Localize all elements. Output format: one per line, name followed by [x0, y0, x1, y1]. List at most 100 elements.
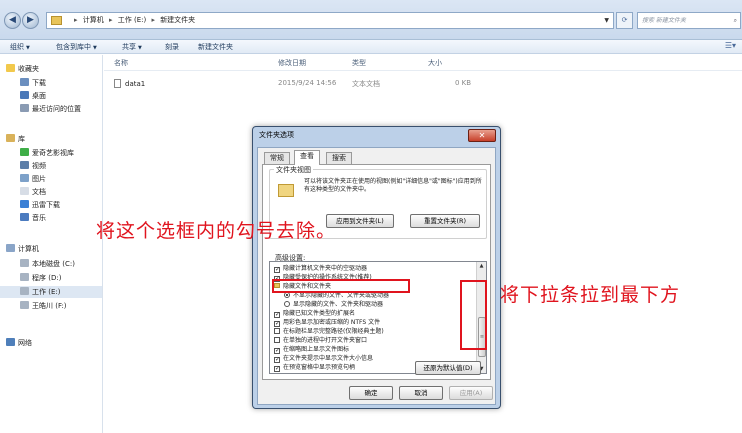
nav-disk-c[interactable]: 本地磁盘 (C:) [20, 258, 122, 270]
chevron-down-icon: ▼ [93, 45, 97, 51]
search-icon: ⌕ [733, 17, 737, 24]
nav-desktop[interactable]: 桌面 [20, 90, 122, 102]
share-button[interactable]: 共享 ▼ [122, 42, 142, 52]
drive-icon [20, 301, 29, 309]
nav-computer[interactable]: 计算机 [6, 243, 108, 255]
back-button[interactable]: ◀ [4, 12, 21, 29]
setting-label: 隐藏已知文件类型的扩展名 [283, 310, 356, 317]
video-icon [20, 161, 29, 169]
highlight-box-extension-setting [272, 279, 410, 293]
setting-label: 在单独的进程中打开文件夹窗口 [283, 337, 368, 344]
setting-row[interactable]: ✓ 用彩色显示加密或压缩的 NTFS 文件 [270, 319, 475, 327]
desktop-icon [20, 91, 29, 99]
radio-empty-icon[interactable] [284, 301, 290, 307]
file-row-modified: 2015/9/24 14:56 [278, 79, 337, 87]
nav-libraries[interactable]: 库 [6, 133, 108, 145]
drive-icon [20, 259, 29, 267]
apply-button[interactable]: 应用(A) [449, 386, 493, 400]
setting-row[interactable]: 显示隐藏的文件、文件夹和驱动器 [270, 301, 475, 309]
drive-icon [20, 273, 29, 281]
checkbox-checked-icon[interactable]: ✓ [274, 357, 280, 363]
file-row-name[interactable]: data1 [114, 79, 145, 88]
nav-iqiyi[interactable]: 爱奇艺影视库 [20, 147, 122, 159]
share-label: 共享 [122, 43, 136, 51]
nav-videos[interactable]: 视频 [20, 160, 122, 172]
setting-row[interactable]: 在单独的进程中打开文件夹窗口 [270, 337, 475, 345]
checkbox-checked-icon[interactable]: ✓ [274, 321, 280, 327]
apply-to-folders-button[interactable]: 应用到文件夹(L) [326, 214, 394, 228]
arrow-right-icon: ▶ [27, 15, 34, 25]
nav-label: 爱奇艺影视库 [32, 149, 74, 157]
recent-places-icon [20, 104, 29, 112]
setting-row[interactable]: 在标题栏显示完整路径(仅限经典主题) [270, 328, 475, 336]
nav-favorites[interactable]: 收藏夹 [6, 63, 108, 75]
ok-button[interactable]: 确定 [349, 386, 393, 400]
computer-icon [6, 244, 15, 252]
column-header-modified[interactable]: 修改日期 [278, 58, 306, 68]
breadcrumb-chevron-icon: ▸ [151, 16, 155, 24]
tab-search[interactable]: 搜索 [326, 152, 352, 164]
chevron-down-icon[interactable]: ▼ [604, 13, 609, 28]
group-description: 可以将该文件夹正在使用的视图(例如"详细信息"或"图标")应用到所有这种类型的文… [304, 178, 482, 193]
chevron-down-icon: ▼ [26, 45, 30, 51]
breadcrumb-new-folder[interactable]: 新建文件夹 [160, 16, 195, 24]
checkbox-empty-icon[interactable] [274, 337, 280, 343]
breadcrumb-chevron-icon: ▸ [74, 16, 78, 24]
nav-downloads[interactable]: 下载 [20, 77, 122, 89]
setting-row[interactable]: ✓ 隐藏计算机文件夹中的空驱动器 [270, 265, 475, 273]
iqiyi-icon [20, 148, 29, 156]
annotation-left: 将这个选框内的勾号去除。 [96, 220, 337, 242]
new-folder-button[interactable]: 新建文件夹 [198, 42, 233, 52]
nav-disk-e[interactable]: 工作 (E:) [0, 286, 102, 298]
reset-folders-button[interactable]: 重置文件夹(R) [410, 214, 480, 228]
nav-documents[interactable]: 文档 [20, 186, 122, 198]
setting-label: 隐藏计算机文件夹中的空驱动器 [283, 265, 368, 272]
column-header-type[interactable]: 类型 [352, 58, 366, 68]
nav-label: 计算机 [18, 245, 39, 253]
burn-button[interactable]: 刻录 [165, 42, 179, 52]
column-header-name[interactable]: 名称 [114, 58, 128, 68]
nav-network[interactable]: 网络 [6, 337, 108, 349]
checkbox-checked-icon[interactable]: ✓ [274, 312, 280, 318]
checkbox-checked-icon[interactable]: ✓ [274, 348, 280, 354]
cancel-button[interactable]: 取消 [399, 386, 443, 400]
new-folder-label: 新建文件夹 [198, 43, 233, 51]
restore-defaults-button[interactable]: 还原为默认值(D) [415, 361, 481, 375]
search-placeholder: 搜索 新建文件夹 [642, 17, 686, 24]
checkbox-empty-icon[interactable] [274, 328, 280, 334]
setting-row[interactable]: ✓ 隐藏已知文件类型的扩展名 [270, 310, 475, 318]
nav-label: 程序 (D:) [32, 274, 62, 282]
forward-button[interactable]: ▶ [22, 12, 39, 29]
include-in-library-label: 包含到库中 [56, 43, 91, 51]
advanced-settings-list[interactable]: ✓ 隐藏计算机文件夹中的空驱动器 ✓ 隐藏受保护的操作系统文件(推荐) 隐藏文件和文件夹… [269, 261, 487, 374]
checkbox-checked-icon[interactable]: ✓ [274, 366, 280, 372]
nav-xunlei[interactable]: 迅雷下载 [20, 199, 122, 211]
include-in-library-button[interactable]: 包含到库中 ▼ [56, 42, 97, 52]
burn-label: 刻录 [165, 43, 179, 51]
checkbox-checked-icon[interactable]: ✓ [274, 267, 280, 273]
setting-row[interactable]: ✓ 在缩略图上显示文件图标 [270, 346, 475, 354]
tab-general[interactable]: 常规 [264, 152, 290, 164]
nav-label: 库 [18, 135, 25, 143]
address-input[interactable]: ▸ 计算机 ▸ 工作 (E:) ▸ 新建文件夹 ▼ [46, 12, 614, 29]
tab-view[interactable]: 查看 [294, 150, 320, 165]
view-options-icon[interactable]: ☰▾ [725, 41, 736, 50]
breadcrumb-computer[interactable]: 计算机 [83, 16, 104, 24]
nav-disk-f[interactable]: 王皓川 (F:) [20, 300, 122, 312]
close-button[interactable]: ✕ [468, 129, 496, 142]
scroll-up-icon[interactable]: ▲ [477, 263, 486, 269]
refresh-button[interactable]: ⟳ [616, 12, 633, 29]
star-icon [6, 64, 15, 72]
search-input[interactable]: 搜索 新建文件夹 ⌕ [637, 12, 741, 29]
setting-row[interactable]: 不显示隐藏的文件、文件夹或驱动器 [270, 292, 475, 300]
command-bar: 组织 ▼ 包含到库中 ▼ 共享 ▼ 刻录 新建文件夹 ☰▾ [0, 40, 742, 54]
organize-button[interactable]: 组织 ▼ [10, 42, 30, 52]
library-icon [6, 134, 15, 142]
nav-disk-d[interactable]: 程序 (D:) [20, 272, 122, 284]
folder-icon [278, 184, 294, 197]
xunlei-icon [20, 200, 29, 208]
column-header-size[interactable]: 大小 [428, 58, 442, 68]
nav-pictures[interactable]: 图片 [20, 173, 122, 185]
breadcrumb-drive-e[interactable]: 工作 (E:) [118, 16, 146, 24]
nav-recent[interactable]: 最近访问的位置 [20, 103, 122, 115]
